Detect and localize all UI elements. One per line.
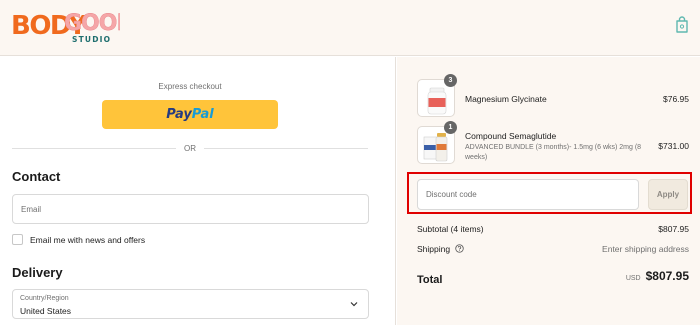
svg-text:STUDIO: STUDIO bbox=[72, 35, 111, 44]
total-label: Total bbox=[417, 274, 443, 286]
discount-code-input[interactable] bbox=[417, 179, 639, 210]
paypal-button[interactable]: Pay Pal bbox=[102, 100, 278, 129]
paypal-logo-text-pal: Pal bbox=[191, 107, 214, 122]
delivery-heading: Delivery bbox=[12, 265, 63, 280]
express-checkout-label: Express checkout bbox=[158, 82, 222, 91]
apply-discount-button[interactable]: Apply bbox=[648, 179, 688, 210]
item-variant: ADVANCED BUNDLE (3 months)- 1.5mg (6 wks… bbox=[465, 144, 642, 161]
subtotal-row: Subtotal (4 items) $807.95 bbox=[417, 224, 689, 234]
total-row: Total USD $807.95 bbox=[417, 269, 689, 288]
quantity-badge: 3 bbox=[444, 74, 457, 87]
subtotal-label: Subtotal (4 items) bbox=[417, 224, 484, 234]
shipping-row: Shipping Enter shipping address bbox=[417, 244, 689, 254]
contact-heading: Contact bbox=[12, 169, 61, 184]
newsletter-checkbox[interactable] bbox=[12, 234, 23, 245]
header: BODY GOOD STUDIO bbox=[0, 0, 700, 56]
currency-code: USD bbox=[625, 275, 641, 282]
country-region-value: United States bbox=[20, 306, 72, 316]
shipping-value: Enter shipping address bbox=[602, 244, 689, 254]
subtotal-value: $807.95 bbox=[658, 224, 689, 234]
chevron-down-icon bbox=[350, 302, 358, 307]
shipping-label: Shipping bbox=[417, 244, 451, 254]
item-price: $731.00 bbox=[658, 141, 689, 151]
shopping-bag-icon[interactable] bbox=[675, 16, 689, 34]
country-region-label: Country/Region bbox=[20, 295, 69, 302]
line-item: 1 Compound Semaglutide ADVANCED BUNDLE (… bbox=[417, 121, 689, 168]
item-name: Magnesium Glycinate bbox=[465, 94, 547, 104]
question-circle-icon[interactable] bbox=[455, 244, 465, 253]
paypal-logo-text-pay: Pay bbox=[166, 107, 192, 122]
newsletter-option[interactable]: Email me with news and offers bbox=[12, 234, 145, 245]
country-region-select[interactable]: Country/Region United States bbox=[12, 289, 369, 319]
checkout-form-column: Express checkout Pay Pal OR Contact Email… bbox=[0, 57, 396, 325]
email-field[interactable] bbox=[12, 194, 369, 224]
or-divider: OR bbox=[12, 142, 368, 154]
item-price: $76.95 bbox=[663, 94, 689, 104]
brand-logo[interactable]: BODY GOOD STUDIO bbox=[10, 4, 120, 46]
item-name: Compound Semaglutide bbox=[465, 131, 557, 141]
divider-line bbox=[204, 147, 368, 149]
divider-line bbox=[12, 147, 176, 149]
total-amount: $807.95 bbox=[645, 269, 689, 283]
line-item: 3 Magnesium Glycinate $76.95 bbox=[417, 74, 689, 119]
svg-text:GOOD: GOOD bbox=[64, 11, 120, 36]
newsletter-label[interactable]: Email me with news and offers bbox=[30, 235, 145, 245]
or-label: OR bbox=[184, 143, 196, 153]
total-amount-group: USD $807.95 bbox=[626, 269, 689, 283]
quantity-badge: 1 bbox=[444, 121, 457, 134]
